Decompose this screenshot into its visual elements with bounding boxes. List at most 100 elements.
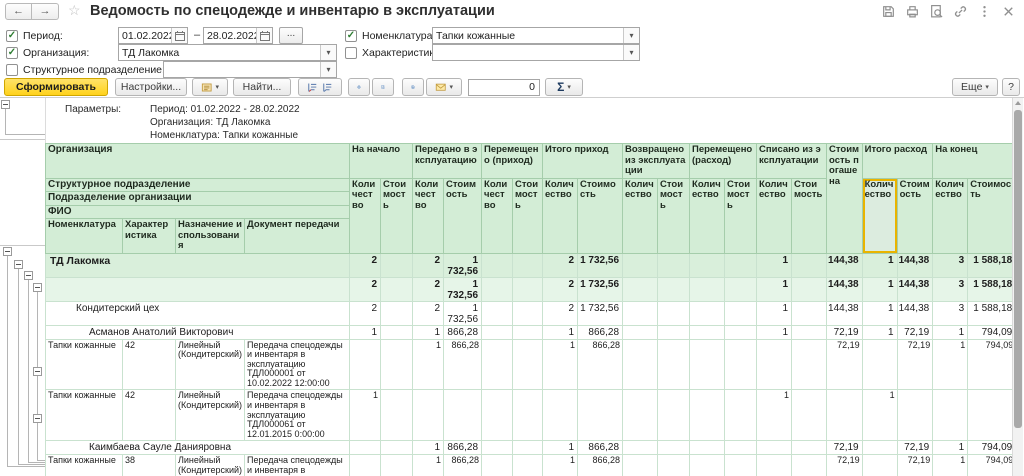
cell-document[interactable]: Передача спецодежды и инвентаря в эксплу… [245, 455, 350, 476]
header-subcolumn[interactable]: Количество [933, 178, 968, 253]
cell-value[interactable] [757, 339, 792, 390]
cell-value[interactable] [623, 390, 658, 441]
header-group[interactable]: Итого расход [862, 144, 933, 179]
cell-group-label[interactable]: Каимбаева Сауле Данияровна [46, 441, 350, 455]
chevron-down-icon[interactable]: ▾ [320, 45, 336, 60]
more-icon[interactable] [977, 4, 992, 19]
cell-value[interactable]: 1 [543, 455, 578, 476]
chevron-down-icon[interactable]: ▾ [320, 62, 336, 77]
cell-value[interactable]: 1 [757, 277, 792, 301]
cell-value[interactable] [513, 339, 543, 390]
cell-value[interactable]: 1 [757, 390, 792, 441]
period-checkbox[interactable]: ✓ [6, 30, 18, 42]
cell-value[interactable] [578, 390, 623, 441]
cell-value[interactable]: 794,09 [968, 455, 1016, 476]
cell-value[interactable] [482, 441, 513, 455]
structural-unit-input[interactable]: ▾ [163, 61, 337, 78]
cell-value[interactable]: 2 [413, 301, 444, 325]
cell-purpose[interactable]: Линейный (Кондитерский) [176, 339, 245, 390]
header-group[interactable]: Возвращено из эксплуатации [623, 144, 690, 179]
cell-value[interactable]: 866,28 [578, 455, 623, 476]
cell-value[interactable] [482, 455, 513, 476]
cell-value[interactable] [444, 390, 482, 441]
vertical-scrollbar[interactable] [1012, 98, 1023, 476]
cell-value[interactable] [862, 339, 897, 390]
cell-value[interactable]: 1 [543, 441, 578, 455]
cell-value[interactable]: 1 [413, 325, 444, 339]
period-variants-button[interactable]: ... [279, 27, 303, 44]
header-detail-column[interactable]: Назначение использования [176, 219, 245, 254]
cell-value[interactable] [623, 277, 658, 301]
cell-value[interactable]: 1 [350, 325, 381, 339]
cell-value[interactable]: 866,28 [444, 325, 482, 339]
cell-value[interactable] [482, 277, 513, 301]
nomenclature-input[interactable]: Тапки кожанные ▾ [432, 27, 640, 44]
cell-value[interactable] [623, 455, 658, 476]
header-group[interactable]: Передано в эксплуатацию [413, 144, 482, 179]
collapse-toggle[interactable] [24, 271, 33, 280]
cell-value[interactable]: 1 [933, 441, 968, 455]
expand-collapse-groups-buttons[interactable] [298, 78, 342, 96]
header-subcolumn[interactable]: Количество [413, 178, 444, 253]
cell-value[interactable]: 1 [543, 339, 578, 390]
cell-value[interactable]: 1 [862, 277, 897, 301]
header-subcolumn[interactable]: Стоимость [792, 178, 827, 253]
cell-value[interactable]: 3 [933, 253, 968, 277]
characteristic-input[interactable]: ▾ [432, 44, 640, 61]
cell-value[interactable]: 1 732,56 [578, 253, 623, 277]
cell-value[interactable] [690, 277, 725, 301]
cell-value[interactable]: 1 [862, 325, 897, 339]
link-icon[interactable] [953, 4, 968, 19]
cell-value[interactable] [381, 390, 413, 441]
cell-value[interactable]: 144,38 [827, 277, 863, 301]
cell-value[interactable] [792, 301, 827, 325]
cell-value[interactable] [658, 325, 690, 339]
cell-value[interactable] [725, 253, 757, 277]
cell-value[interactable] [725, 455, 757, 476]
header-subcolumn[interactable]: Количество [862, 178, 897, 253]
cell-value[interactable]: 1 588,18 [968, 301, 1016, 325]
cell-value[interactable]: 1 [757, 301, 792, 325]
cell-value[interactable] [513, 390, 543, 441]
header-subcolumn[interactable]: Стоимость [578, 178, 623, 253]
header-subcolumn[interactable]: Стоимость [658, 178, 690, 253]
cell-value[interactable]: 72,19 [827, 339, 863, 390]
close-icon[interactable] [1001, 4, 1016, 19]
structural-unit-checkbox[interactable] [6, 64, 18, 76]
header-detail-column[interactable]: Документ передачи [245, 219, 350, 254]
cell-value[interactable]: 1 [543, 325, 578, 339]
cell-value[interactable]: 72,19 [897, 441, 933, 455]
header-subcolumn[interactable]: Стоимость [897, 178, 933, 253]
cell-value[interactable]: 2 [543, 253, 578, 277]
cell-value[interactable] [792, 390, 827, 441]
cell-purpose[interactable]: Линейный (Кондитерский) [176, 390, 245, 441]
cell-value[interactable]: 3 [933, 301, 968, 325]
cell-value[interactable]: 72,19 [897, 339, 933, 390]
header-detail-column[interactable]: Характеристика [123, 219, 176, 254]
cell-value[interactable] [690, 390, 725, 441]
cell-value[interactable] [792, 339, 827, 390]
settings-button[interactable]: Настройки... [115, 78, 187, 96]
cell-purpose[interactable]: Линейный (Кондитерский) [176, 455, 245, 476]
cell-value[interactable]: 72,19 [827, 325, 863, 339]
cell-value[interactable] [690, 253, 725, 277]
header-department[interactable]: Подразделение организации [46, 192, 350, 206]
cell-value[interactable] [725, 441, 757, 455]
cell-value[interactable] [725, 325, 757, 339]
cell-value[interactable]: 794,09 [968, 339, 1016, 390]
header-detail-column[interactable]: Номенклатура [46, 219, 123, 254]
organization-input[interactable]: ТД Лакомка ▾ [118, 44, 337, 61]
cell-value[interactable]: 866,28 [578, 441, 623, 455]
cell-document[interactable]: Передача спецодежды и инвентаря в эксплу… [245, 339, 350, 390]
cell-value[interactable] [350, 455, 381, 476]
cell-value[interactable] [623, 301, 658, 325]
cell-value[interactable] [792, 455, 827, 476]
cell-value[interactable] [725, 277, 757, 301]
favorite-star-icon[interactable]: ☆ [68, 2, 81, 19]
cell-value[interactable] [725, 390, 757, 441]
cell-value[interactable] [513, 455, 543, 476]
header-group[interactable]: Стоимость погашена [827, 144, 863, 254]
cell-value[interactable] [482, 301, 513, 325]
cell-value[interactable]: 866,28 [444, 441, 482, 455]
cell-value[interactable] [513, 253, 543, 277]
